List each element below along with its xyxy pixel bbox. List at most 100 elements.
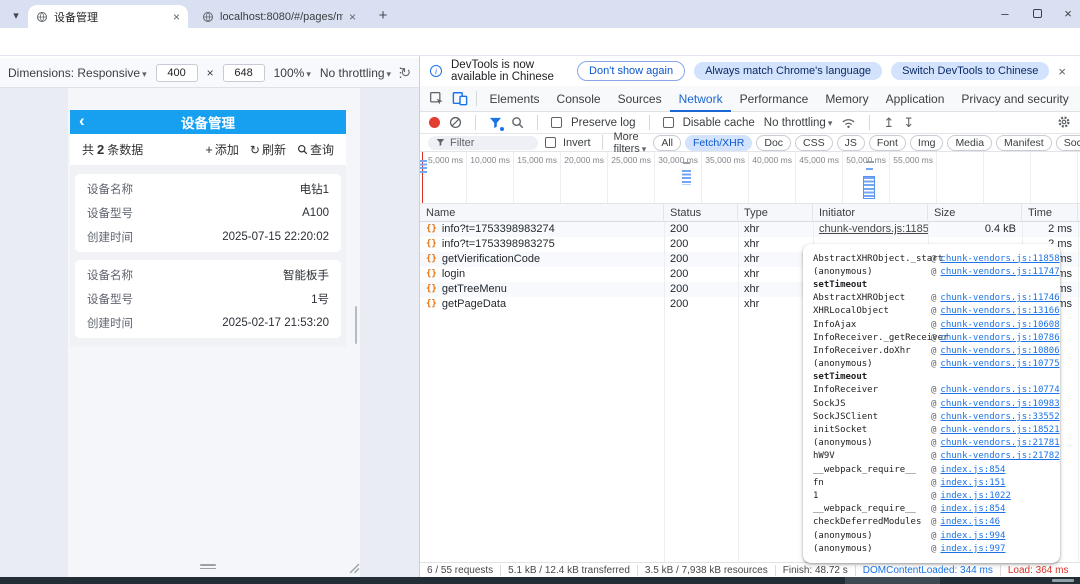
tab-performance[interactable]: Performance [731, 86, 817, 112]
stack-location-link[interactable]: chunk-vendors.js:21782 [940, 451, 1059, 461]
tab-search-button[interactable]: ▾ [6, 5, 26, 25]
chip-font[interactable]: Font [869, 135, 906, 151]
stack-location-link[interactable]: index.js:854 [940, 465, 1005, 475]
column-header-name[interactable]: Name [420, 204, 664, 222]
chip-doc[interactable]: Doc [756, 135, 791, 151]
chip-media[interactable]: Media [947, 135, 992, 151]
device-card[interactable]: 设备名称电钻1 设备型号A100 创建时间2025-07-15 22:20:02 [75, 174, 341, 252]
stack-location-link[interactable]: chunk-vendors.js:10806 [940, 346, 1059, 356]
export-har-icon[interactable]: ↧ [903, 115, 914, 131]
add-button[interactable]: +添加 [205, 141, 239, 158]
dont-show-again-button[interactable]: Don't show again [577, 61, 685, 81]
tab-privacy-security[interactable]: Privacy and security [953, 86, 1077, 112]
stack-location-link[interactable]: chunk-vendors.js:10774 [940, 385, 1059, 395]
window-minimize-button[interactable]: – [990, 0, 1020, 26]
page-scrollbar[interactable] [355, 306, 357, 344]
tab-elements[interactable]: Elements [481, 86, 548, 112]
stack-location-link[interactable]: chunk-vendors.js:13166 [940, 306, 1059, 316]
devtools-tab-bar: Elements Console Sources Network Perform… [420, 86, 1080, 112]
device-card[interactable]: 设备名称智能板手 设备型号1号 创建时间2025-02-17 21:53:20 [75, 260, 341, 338]
column-header-status[interactable]: Status [664, 204, 738, 222]
chevron-down-icon: ▾ [387, 69, 392, 79]
viewport-resize-handle[interactable] [349, 563, 360, 574]
chip-fetch-xhr[interactable]: Fetch/XHR [685, 135, 752, 151]
chip-js[interactable]: JS [837, 135, 865, 151]
network-throttling-dropdown[interactable]: No throttling▾ [764, 117, 833, 129]
close-icon[interactable]: × [349, 10, 356, 24]
request-name: getVierificationCode [442, 252, 540, 267]
stack-location-link[interactable]: chunk-vendors.js:10775 [940, 359, 1059, 369]
stack-location-link[interactable]: index.js:151 [940, 478, 1005, 488]
chip-all[interactable]: All [653, 135, 681, 151]
record-button[interactable] [429, 117, 440, 128]
stack-location-link[interactable]: index.js:854 [940, 504, 1005, 514]
emulation-menu-icon[interactable]: ⋮ [394, 65, 407, 81]
new-tab-button[interactable]: + [372, 4, 394, 26]
tab-sources[interactable]: Sources [609, 86, 670, 112]
more-filters-dropdown[interactable]: More filters▾ [614, 131, 647, 155]
viewport-width-input[interactable] [156, 64, 198, 82]
import-har-icon[interactable]: ↥ [883, 115, 894, 131]
info-icon: i [430, 65, 442, 77]
stack-frame: AbstractXHRObject._start@chunk-vendors.j… [813, 252, 1050, 265]
throttling-dropdown[interactable]: No throttling▾ [320, 66, 391, 80]
stack-location-link[interactable]: index.js:1022 [940, 491, 1010, 501]
column-header-type[interactable]: Type [738, 204, 813, 222]
chip-css[interactable]: CSS [795, 135, 833, 151]
stack-location-link[interactable]: chunk-vendors.js:11746 [940, 293, 1059, 303]
search-icon[interactable] [511, 116, 524, 129]
query-button[interactable]: 查询 [297, 141, 334, 158]
column-header-size[interactable]: Size [928, 204, 1022, 222]
close-icon[interactable]: × [173, 10, 180, 24]
window-close-button[interactable]: × [1053, 0, 1080, 26]
tab-application[interactable]: Application [877, 86, 953, 112]
network-request-row[interactable]: {}info?t=1753398983274 200 xhr chunk-ven… [420, 222, 1080, 237]
network-filter-bar: Invert More filters▾ All Fetch/XHR Doc C… [420, 134, 1080, 152]
stack-location-link[interactable]: index.js:46 [940, 517, 1000, 527]
viewport-drag-handle[interactable] [200, 564, 216, 571]
filter-input[interactable] [450, 137, 530, 149]
network-timeline-overview[interactable]: 5,000 ms 10,000 ms 15,000 ms 20,000 ms 2… [420, 152, 1080, 204]
network-settings-gear-icon[interactable] [1057, 115, 1071, 129]
stack-location-link[interactable]: chunk-vendors.js:10983 [940, 399, 1059, 409]
column-header-initiator[interactable]: Initiator [813, 204, 928, 222]
viewport-height-input[interactable] [223, 64, 265, 82]
stack-location-link[interactable]: chunk-vendors.js:11747 [940, 267, 1059, 277]
match-language-button[interactable]: Always match Chrome's language [694, 62, 882, 80]
invert-checkbox[interactable] [545, 137, 556, 148]
close-icon[interactable]: × [1058, 64, 1070, 79]
preserve-log-checkbox[interactable] [551, 117, 562, 128]
inspect-element-icon[interactable] [425, 91, 448, 106]
clear-log-icon[interactable] [449, 116, 462, 129]
tab-memory[interactable]: Memory [817, 86, 877, 112]
initiator-link[interactable]: chunk-vendors.js:11858 [819, 223, 928, 235]
switch-to-chinese-button[interactable]: Switch DevTools to Chinese [891, 62, 1049, 80]
chip-img[interactable]: Img [910, 135, 944, 151]
stack-location-link[interactable]: chunk-vendors.js:33552 [940, 412, 1059, 422]
disable-cache-checkbox[interactable] [663, 117, 674, 128]
window-maximize-button[interactable] [1022, 0, 1052, 26]
taskbar-segment [845, 577, 940, 584]
stack-location-link[interactable]: chunk-vendors.js:18521 [940, 425, 1059, 435]
chip-socket[interactable]: Socket [1056, 135, 1080, 151]
dimensions-dropdown[interactable]: Dimensions: Responsive▾ [8, 66, 147, 80]
preserve-log-label: Preserve log [571, 117, 636, 129]
stack-location-link[interactable]: index.js:994 [940, 531, 1005, 541]
tab-network[interactable]: Network [670, 86, 731, 112]
tab-console[interactable]: Console [548, 86, 609, 112]
network-conditions-icon[interactable] [841, 116, 856, 129]
stack-location-link[interactable]: chunk-vendors.js:10608 [940, 320, 1059, 330]
column-header-time[interactable]: Time [1022, 204, 1078, 222]
back-chevron-icon[interactable]: ‹ [79, 111, 85, 131]
browser-tab-inactive[interactable]: localhost:8080/#/pages/men × [194, 5, 364, 28]
stack-location-link[interactable]: chunk-vendors.js:11858 [940, 254, 1059, 264]
refresh-button[interactable]: ↻刷新 [250, 141, 286, 158]
stack-location-link[interactable]: chunk-vendors.js:10786 [940, 333, 1059, 343]
device-toolbar-toggle-icon[interactable] [448, 91, 472, 106]
stack-location-link[interactable]: chunk-vendors.js:21781 [940, 438, 1059, 448]
chip-manifest[interactable]: Manifest [996, 135, 1052, 151]
filter-toggle-icon[interactable] [489, 117, 502, 129]
browser-tab-active[interactable]: 设备管理 × [28, 5, 188, 28]
stack-location-link[interactable]: index.js:997 [940, 544, 1005, 554]
zoom-dropdown[interactable]: 100%▾ [274, 66, 311, 80]
